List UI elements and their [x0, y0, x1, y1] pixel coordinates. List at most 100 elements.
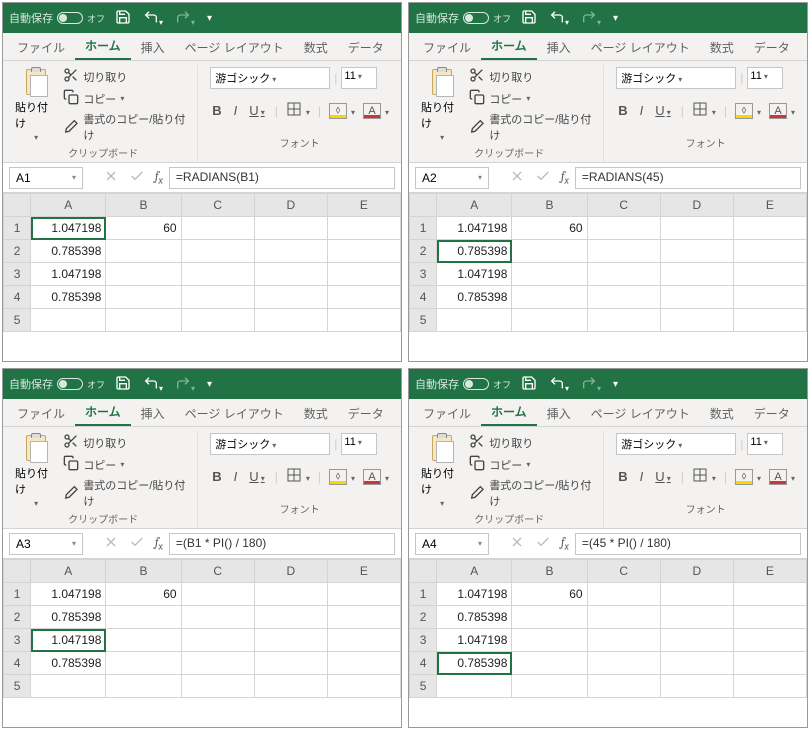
cell-D4[interactable]	[660, 652, 733, 675]
tab-数式[interactable]: 数式	[700, 401, 744, 426]
cell-E4[interactable]	[733, 652, 806, 675]
cell-B3[interactable]	[512, 263, 587, 286]
cell-C5[interactable]	[587, 309, 660, 332]
cell-C5[interactable]	[587, 675, 660, 698]
copy-button[interactable]: コピー▾	[63, 89, 191, 108]
tab-ページ レイアウト[interactable]: ページ レイアウト	[581, 35, 700, 60]
underline-button[interactable]: U	[247, 103, 266, 118]
cell-D4[interactable]	[254, 286, 327, 309]
paste-button[interactable]: 貼り付け▾	[15, 433, 57, 508]
format-painter-button[interactable]: 書式のコピー/貼り付け	[469, 477, 597, 509]
cell-B4[interactable]	[106, 652, 181, 675]
row-header-1[interactable]: 1	[4, 583, 31, 606]
cell-B4[interactable]	[512, 286, 587, 309]
col-header-E[interactable]: E	[327, 560, 400, 583]
tab-ファイル[interactable]: ファイル	[7, 401, 75, 426]
col-header-C[interactable]: C	[587, 194, 660, 217]
cell-B1[interactable]: 60	[512, 583, 587, 606]
cell-B5[interactable]	[106, 675, 181, 698]
col-header-A[interactable]: A	[31, 560, 106, 583]
cut-button[interactable]: 切り取り	[469, 433, 597, 452]
row-header-4[interactable]: 4	[4, 286, 31, 309]
col-header-C[interactable]: C	[181, 194, 254, 217]
cell-D3[interactable]	[660, 263, 733, 286]
cell-E2[interactable]	[327, 240, 400, 263]
row-header-1[interactable]: 1	[410, 583, 437, 606]
row-header-3[interactable]: 3	[410, 629, 437, 652]
formula-input[interactable]: =(B1 * PI() / 180)	[169, 533, 395, 555]
cell-B3[interactable]	[106, 263, 181, 286]
cell-D2[interactable]	[660, 606, 733, 629]
col-header-E[interactable]: E	[733, 560, 806, 583]
cell-E1[interactable]	[327, 583, 400, 606]
cell-C1[interactable]	[181, 583, 254, 606]
sheet-grid[interactable]: ABCDE11.0471986020.78539831.04719840.785…	[3, 559, 401, 727]
cell-A3[interactable]: 1.047198	[437, 263, 512, 286]
qat-more-icon[interactable]: ▾	[613, 379, 618, 390]
row-header-2[interactable]: 2	[410, 240, 437, 263]
cell-D5[interactable]	[660, 675, 733, 698]
row-header-5[interactable]: 5	[4, 309, 31, 332]
name-box[interactable]: A2▾	[415, 167, 489, 189]
col-header-E[interactable]: E	[733, 194, 806, 217]
cell-A1[interactable]: 1.047198	[437, 583, 512, 606]
cell-E4[interactable]	[327, 652, 400, 675]
cell-E2[interactable]	[733, 606, 806, 629]
row-header-3[interactable]: 3	[4, 263, 31, 286]
cell-E3[interactable]	[327, 629, 400, 652]
col-header-A[interactable]: A	[437, 194, 512, 217]
name-box[interactable]: A1▾	[9, 167, 83, 189]
borders-button[interactable]	[286, 101, 310, 120]
cell-B2[interactable]	[106, 606, 181, 629]
sheet-grid[interactable]: ABCDE11.0471986020.78539831.04719840.785…	[3, 193, 401, 361]
cell-E2[interactable]	[733, 240, 806, 263]
col-header-D[interactable]: D	[254, 560, 327, 583]
row-header-4[interactable]: 4	[4, 652, 31, 675]
cell-E1[interactable]	[327, 217, 400, 240]
cell-A2[interactable]: 0.785398	[437, 240, 512, 263]
cell-A3[interactable]: 1.047198	[437, 629, 512, 652]
cell-B5[interactable]	[106, 309, 181, 332]
cell-A4[interactable]: 0.785398	[437, 286, 512, 309]
redo-icon[interactable]: ▾	[581, 9, 601, 28]
cell-C2[interactable]	[587, 606, 660, 629]
cell-A5[interactable]	[31, 309, 106, 332]
tab-数式[interactable]: 数式	[700, 35, 744, 60]
select-all-corner[interactable]	[410, 560, 437, 583]
tab-ホーム[interactable]: ホーム	[481, 33, 537, 60]
cell-D5[interactable]	[254, 675, 327, 698]
col-header-C[interactable]: C	[181, 560, 254, 583]
cell-A1[interactable]: 1.047198	[31, 217, 106, 240]
cell-B4[interactable]	[106, 286, 181, 309]
underline-button[interactable]: U	[653, 103, 672, 118]
cell-C4[interactable]	[181, 652, 254, 675]
borders-button[interactable]	[692, 101, 716, 120]
col-header-B[interactable]: B	[106, 560, 181, 583]
save-icon[interactable]	[115, 9, 131, 28]
redo-icon[interactable]: ▾	[175, 375, 195, 394]
col-header-B[interactable]: B	[512, 194, 587, 217]
autosave-toggle[interactable]: 自動保存オフ	[415, 376, 511, 392]
cut-button[interactable]: 切り取り	[63, 433, 191, 452]
cell-B5[interactable]	[512, 309, 587, 332]
tab-ファイル[interactable]: ファイル	[413, 35, 481, 60]
cell-C2[interactable]	[181, 606, 254, 629]
tab-データ[interactable]: データ	[338, 35, 394, 60]
copy-button[interactable]: コピー▾	[469, 455, 597, 474]
paste-button[interactable]: 貼り付け▾	[421, 67, 463, 142]
cut-button[interactable]: 切り取り	[469, 67, 597, 86]
cell-E3[interactable]	[733, 263, 806, 286]
select-all-corner[interactable]	[4, 560, 31, 583]
format-painter-button[interactable]: 書式のコピー/貼り付け	[63, 477, 191, 509]
row-header-5[interactable]: 5	[410, 309, 437, 332]
cell-A4[interactable]: 0.785398	[437, 652, 512, 675]
enter-icon[interactable]	[129, 534, 145, 553]
cancel-icon[interactable]	[103, 534, 119, 553]
cell-E2[interactable]	[327, 606, 400, 629]
copy-button[interactable]: コピー▾	[469, 89, 597, 108]
bold-button[interactable]: B	[210, 103, 223, 118]
font-size-select[interactable]: 11	[747, 67, 783, 89]
col-header-A[interactable]: A	[31, 194, 106, 217]
cell-A4[interactable]: 0.785398	[31, 652, 106, 675]
autosave-toggle[interactable]: 自動保存オフ	[9, 376, 105, 392]
